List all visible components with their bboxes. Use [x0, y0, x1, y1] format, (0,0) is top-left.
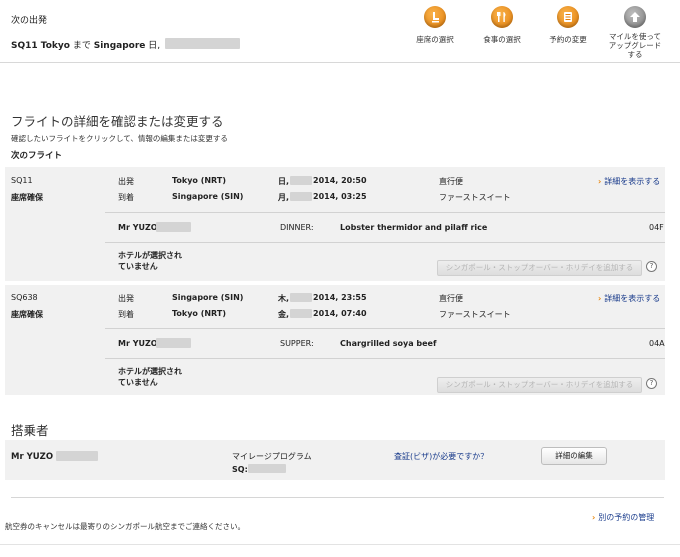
page-title: フライトの詳細を確認または変更する — [11, 114, 224, 129]
row-divider — [105, 358, 665, 359]
redacted-date — [290, 176, 312, 185]
cabin-class: ファーストスイート — [439, 310, 511, 319]
arrival-label: 到着 — [118, 193, 134, 202]
row-divider — [105, 242, 665, 243]
departure-city: Tokyo (NRT) — [172, 176, 226, 185]
departure-day: 木, — [278, 294, 290, 303]
passenger-name: Mr YUZO — [118, 339, 158, 348]
manage-another-booking-link[interactable]: › 別の予約の管理 — [592, 512, 654, 523]
seat-icon — [424, 6, 446, 28]
passenger-name: Mr YUZO — [11, 452, 54, 462]
help-icon[interactable]: ? — [646, 261, 657, 272]
meal-icon — [491, 6, 513, 28]
chevron-right-icon: › — [592, 513, 596, 522]
footer-divider — [11, 497, 664, 498]
redacted-surname — [56, 451, 98, 461]
header-divider — [0, 62, 680, 63]
meal-name: Chargrilled soya beef — [340, 339, 437, 348]
cabin-class: ファーストスイート — [439, 193, 511, 202]
redacted-date — [290, 192, 312, 201]
departure-label: 出発 — [118, 177, 134, 186]
arrival-city: Singapore (SIN) — [172, 192, 244, 201]
hotel-status: ホテルが選択され ていません — [118, 367, 182, 387]
seat-number: 04F — [649, 223, 664, 232]
redacted-date — [165, 38, 240, 49]
upcoming-departure-header — [0, 0, 680, 62]
add-stopover-holiday-button[interactable]: シンガポール・ストップオーバー・ホリデイを追加する — [437, 260, 642, 276]
chevron-right-icon: › — [598, 177, 602, 186]
departure-time: 2014, 20:50 — [313, 176, 367, 185]
arrival-time: 2014, 07:40 — [313, 309, 367, 318]
departure-label: 出発 — [118, 294, 134, 303]
mileage-program-label: マイレージプログラム — [232, 452, 312, 461]
arrival-city: Tokyo (NRT) — [172, 309, 226, 318]
seat-selection-label: 座席の選択 — [416, 35, 454, 44]
arrival-day: 金, — [278, 310, 290, 319]
page-subtitle: 確認したいフライトをクリックして、情報の編集または変更する — [11, 134, 228, 143]
upgrade-arrow-icon — [624, 6, 646, 28]
seat-status: 座席確保 — [11, 193, 43, 202]
departure-time: 2014, 23:55 — [313, 293, 367, 302]
arrival-label: 到着 — [118, 310, 134, 319]
route-summary: SQ11 Tokyo まで Singapore 日, — [11, 41, 161, 51]
row-divider — [105, 328, 665, 329]
seat-status: 座席確保 — [11, 310, 43, 319]
flight-number: SQ11 — [11, 176, 33, 185]
redacted-member-number — [248, 464, 286, 473]
help-icon[interactable]: ? — [646, 378, 657, 389]
flight-type: 直行便 — [439, 177, 463, 186]
row-divider — [105, 212, 665, 213]
visa-required-link[interactable]: 査証(ビザ)が必要ですか？ — [394, 451, 488, 462]
redacted-date — [290, 309, 312, 318]
show-details-link[interactable]: › 詳細を表示する — [598, 293, 660, 304]
edit-details-button[interactable]: 詳細の編集 — [541, 447, 607, 465]
chevron-right-icon: › — [598, 294, 602, 303]
meal-type: DINNER: — [280, 223, 314, 232]
page-bottom-divider — [0, 544, 680, 545]
booking-icon — [557, 6, 579, 28]
departure-day: 日, — [278, 177, 290, 186]
passenger-name: Mr YUZO — [118, 223, 158, 232]
arrival-time: 2014, 03:25 — [313, 192, 367, 201]
meal-name: Lobster thermidor and pilaff rice — [340, 223, 488, 232]
redacted-surname — [156, 222, 191, 232]
next-flight-label: 次のフライト — [11, 151, 63, 161]
change-booking-label: 予約の変更 — [549, 35, 587, 44]
seat-number: 04A — [649, 339, 665, 348]
add-stopover-holiday-button[interactable]: シンガポール・ストップオーバー・ホリデイを追加する — [437, 377, 642, 393]
departure-city: Singapore (SIN) — [172, 293, 244, 302]
section-label: 次の出発 — [11, 16, 48, 26]
upgrade-with-miles-label: マイルを使って アップグレード する — [608, 32, 662, 59]
hotel-status: ホテルが選択され ていません — [118, 251, 182, 271]
flight-number: SQ638 — [11, 293, 38, 302]
arrival-day: 月, — [278, 193, 290, 202]
redacted-date — [290, 293, 312, 302]
meal-selection-label: 食事の選択 — [483, 35, 521, 44]
flight-type: 直行便 — [439, 294, 463, 303]
cancellation-notice: 航空券のキャンセルは最寄りのシンガポール航空までご連絡ください。 — [5, 522, 245, 531]
redacted-surname — [156, 338, 191, 348]
passengers-title: 搭乗者 — [11, 423, 49, 438]
show-details-link[interactable]: › 詳細を表示する — [598, 176, 660, 187]
meal-type: SUPPER: — [280, 339, 314, 348]
sq-number-label: SQ: — [232, 465, 248, 474]
